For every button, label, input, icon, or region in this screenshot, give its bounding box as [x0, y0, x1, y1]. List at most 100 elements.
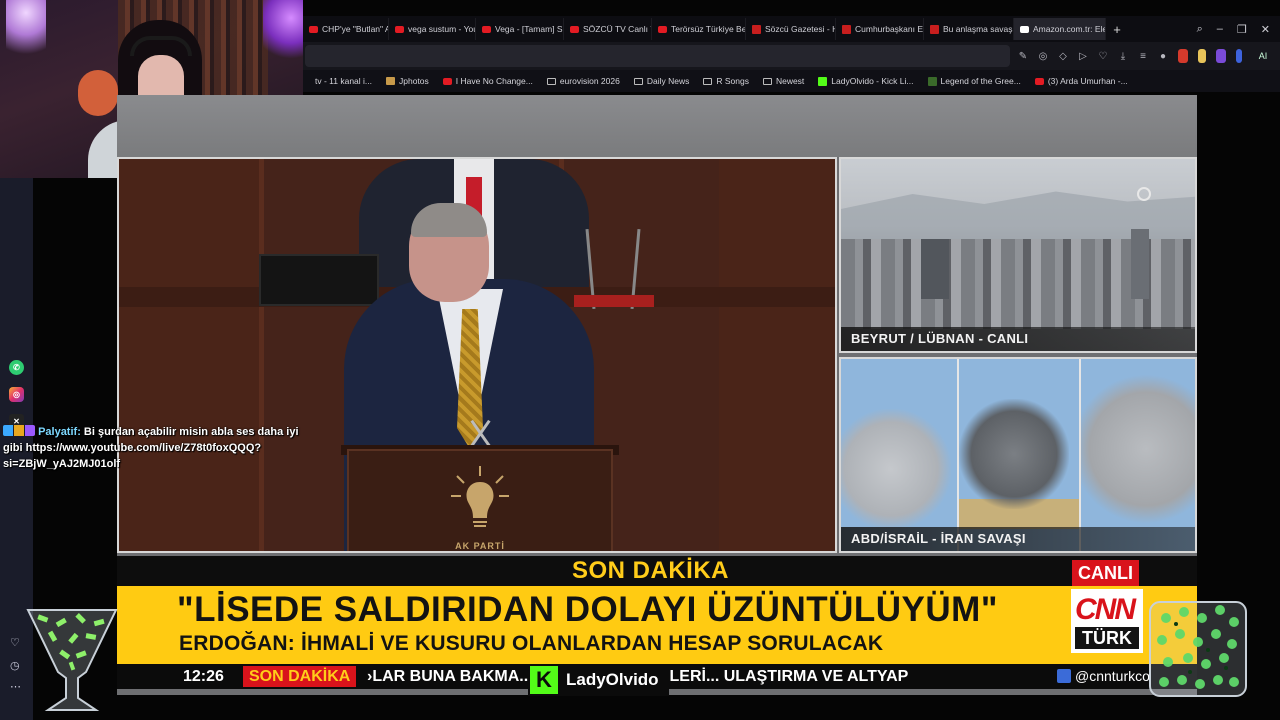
- red-desk-panel: [574, 295, 654, 307]
- bookmark-folder[interactable]: R Songs: [703, 76, 749, 86]
- feed-caption: ABD/İSRAİL - İRAN SAVAŞI: [841, 527, 1195, 551]
- heart-icon[interactable]: ♡: [1098, 51, 1108, 62]
- headset: [130, 36, 192, 56]
- bookmarks-bar: tv - 11 kanal i... Jphotos I Have No Cha…: [303, 70, 1280, 92]
- kick-logo-icon: K: [530, 666, 558, 694]
- sozcu-icon: [842, 24, 851, 34]
- bookmark-folder[interactable]: Daily News: [633, 76, 689, 86]
- bookmark-item[interactable]: Jphotos: [386, 76, 429, 86]
- browser-tab[interactable]: SÖZCÜ TV Canlı Ya: [564, 18, 652, 40]
- headline: "LİSEDE SALDIRIDAN DOLAYI ÜZÜNTÜLÜYÜM": [177, 590, 998, 629]
- window-controls: ⌕ – ❐ ✕: [1197, 16, 1280, 42]
- instagram-icon[interactable]: ◎: [9, 387, 24, 402]
- camera-icon[interactable]: ◎: [1038, 51, 1048, 62]
- menu-icon[interactable]: ≡: [1138, 51, 1148, 62]
- bookmark-item[interactable]: I Have No Change...: [442, 76, 533, 86]
- ticker-label: SON DAKİKA: [243, 666, 357, 687]
- profile-icon[interactable]: ●: [1158, 51, 1168, 62]
- bookmark-item[interactable]: Legend of the Gree...: [927, 76, 1021, 86]
- browser-tab[interactable]: Vega - [Tamam] Su: [476, 18, 564, 40]
- monitor: [259, 254, 379, 306]
- browser-tab[interactable]: Bu anlaşma savaşın: [924, 18, 1014, 40]
- youtube-icon: [309, 25, 318, 33]
- tower: [921, 239, 949, 299]
- youtube-icon: [442, 77, 452, 85]
- edit-icon[interactable]: ✎: [1018, 51, 1028, 62]
- chat-username: Palyatif:: [38, 426, 81, 438]
- breaking-news-bar: SON DAKİKA CANLI: [117, 556, 1197, 586]
- extension-icon[interactable]: [1216, 49, 1226, 63]
- youtube-icon: [395, 25, 404, 33]
- browser-tab[interactable]: Sözcü Gazetesi - H: [746, 18, 836, 40]
- bookmark-folder[interactable]: Newest: [762, 76, 804, 86]
- breaking-news-label: SON DAKİKA: [572, 557, 730, 584]
- youtube-icon: [658, 25, 667, 33]
- folder-icon: [546, 77, 556, 85]
- new-tab-button[interactable]: +: [1106, 18, 1128, 40]
- plush-toy: [78, 70, 118, 116]
- bookmark-item[interactable]: (3) Arda Umurhan -...: [1034, 76, 1128, 86]
- social-icon: [1057, 669, 1071, 683]
- jar-decoration-icon: [1149, 601, 1247, 697]
- ai-button[interactable]: AI: [1258, 51, 1268, 61]
- video-player[interactable]: AK PARTİ BEYRUT / LÜBNAN - CANLI ABD/İSR…: [117, 95, 1197, 695]
- extension-icon[interactable]: [1178, 49, 1188, 63]
- browser-tab[interactable]: Cumhurbaşkanı Erd: [836, 18, 924, 40]
- feed-caption: BEYRUT / LÜBNAN - CANLI: [841, 327, 1195, 351]
- subheadline: ERDOĞAN: İHMALİ VE KUSURU OLANLARDAN HES…: [179, 632, 884, 655]
- channel-logo-bottom: TÜRK: [1075, 627, 1139, 649]
- ticker-handle: @cnnturkco: [1057, 664, 1150, 689]
- extension-icon[interactable]: [1198, 49, 1206, 63]
- restore-icon[interactable]: ❐: [1237, 23, 1247, 36]
- party-logo-text: AK PARTİ: [455, 541, 505, 551]
- bookmark-item[interactable]: tv - 11 kanal i...: [315, 76, 372, 86]
- close-icon[interactable]: ✕: [1261, 23, 1270, 36]
- youtube-icon: [570, 25, 579, 33]
- browser-tab-strip: CHP'ye "Butlan" Aç vega sustum - You Veg…: [303, 16, 1280, 42]
- youtube-icon: [482, 25, 491, 33]
- browser-tab[interactable]: Terörsüz Türkiye Be: [652, 18, 746, 40]
- sozcu-icon: [752, 24, 761, 34]
- folder-icon: [762, 77, 772, 85]
- extension-icon[interactable]: [1236, 49, 1242, 63]
- smoke-cloud: [1081, 369, 1195, 529]
- chat-badges-icon: [3, 425, 35, 436]
- bookmark-folder[interactable]: eurovision 2026: [546, 76, 620, 86]
- cup-decoration-icon: [26, 609, 118, 711]
- main-camera-feed: AK PARTİ: [117, 157, 837, 553]
- youtube-icon: [1034, 77, 1044, 85]
- play-icon[interactable]: ▷: [1078, 51, 1088, 62]
- lamp-glow: [6, 0, 46, 64]
- sozcu-icon: [930, 24, 939, 34]
- download-icon[interactable]: ⤓: [1118, 51, 1128, 62]
- headline-banner: "LİSEDE SALDIRIDAN DOLAYI ÜZÜNTÜLÜYÜM" E…: [117, 586, 1197, 664]
- party-bulb-logo: [451, 466, 509, 527]
- whatsapp-icon[interactable]: ✆: [9, 360, 24, 375]
- address-field[interactable]: [305, 45, 1010, 67]
- rgb-light: [263, 0, 303, 60]
- search-tabs-icon[interactable]: ⌕: [1197, 23, 1203, 36]
- chat-message: Palyatif: Bi şurdan açabilir misin abla …: [3, 424, 299, 472]
- kick-icon: [818, 76, 828, 86]
- minimize-icon[interactable]: –: [1217, 23, 1223, 35]
- heart-icon[interactable]: ♡: [10, 636, 20, 649]
- ticker-handle-text: @cnnturkco: [1075, 668, 1150, 684]
- browser-tab[interactable]: vega sustum - You: [389, 18, 476, 40]
- live-feed-beirut: BEYRUT / LÜBNAN - CANLI: [839, 157, 1197, 353]
- smoke-cloud: [959, 399, 1069, 509]
- channel-logo-top: CNN: [1075, 593, 1136, 626]
- bookmark-item[interactable]: LadyOlvido - Kick Li...: [818, 76, 914, 86]
- folder-icon: [633, 77, 643, 85]
- split-divider: [957, 359, 959, 551]
- more-icon[interactable]: ⋯: [10, 680, 21, 693]
- screen: CHP'ye "Butlan" Aç vega sustum - You Veg…: [0, 0, 1280, 720]
- browser-tab[interactable]: CHP'ye "Butlan" Aç: [303, 18, 389, 40]
- folder-icon: [703, 77, 713, 85]
- toolbar-icons: ✎ ◎ ◇ ▷ ♡ ⤓ ≡ ● AI: [1018, 49, 1268, 63]
- streamer-name: LadyOlvido: [566, 670, 659, 689]
- shield-icon[interactable]: ◇: [1058, 51, 1068, 62]
- history-icon[interactable]: ◷: [10, 659, 20, 672]
- amazon-icon: [1020, 25, 1029, 33]
- browser-tab-active[interactable]: Amazon.com.tr: Ele: [1014, 18, 1106, 40]
- live-badge: CANLI: [1072, 560, 1139, 586]
